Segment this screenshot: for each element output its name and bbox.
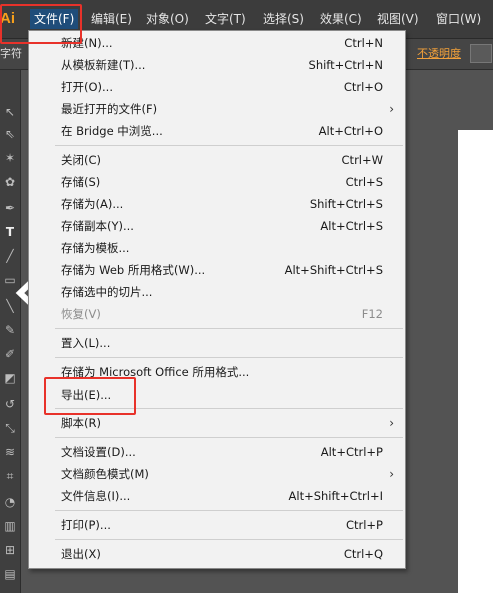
pen-tool-icon[interactable]: ✒ [2, 200, 18, 216]
menu-item-document-color-mode[interactable]: 文档颜色模式(M) › [29, 463, 405, 485]
pencil-tool-icon[interactable]: ✎ [2, 322, 18, 338]
menu-view[interactable]: 视图(V) [377, 9, 419, 29]
menu-item-save-as[interactable]: 存储为(A)... Shift+Ctrl+S [29, 193, 405, 215]
rotate-tool-icon[interactable]: ↺ [2, 396, 18, 412]
tools-panel: ↖ ⇖ ✶ ✿ ✒ T ╱ ▭ ╲ ✎ ✐ ◩ ↺ ⤡ ≋ ⌗ ◔ ▥ ⊞ ▤ [0, 70, 21, 593]
menu-item-document-setup[interactable]: 文档设置(D)... Alt+Ctrl+P [29, 441, 405, 463]
artboard[interactable] [458, 130, 493, 593]
character-label[interactable]: 字符 [0, 45, 22, 61]
opacity-input[interactable] [470, 44, 492, 63]
width-tool-icon[interactable]: ≋ [2, 444, 18, 460]
chevron-right-icon: › [389, 102, 394, 116]
menu-item-close[interactable]: 关闭(C) Ctrl+W [29, 149, 405, 171]
menu-item-save-selected-slices[interactable]: 存储选中的切片... [29, 281, 405, 303]
menu-item-scripts[interactable]: 脚本(R) › [29, 412, 405, 434]
menu-item-open-recent[interactable]: 最近打开的文件(F) › [29, 98, 405, 120]
graph-tool-icon[interactable]: ▥ [2, 518, 18, 534]
shape-builder-tool-icon[interactable]: ◔ [2, 494, 18, 510]
menu-item-new-from-template[interactable]: 从模板新建(T)... Shift+Ctrl+N [29, 54, 405, 76]
menu-item-new[interactable]: 新建(N)... Ctrl+N [29, 32, 405, 54]
eraser-tool-icon[interactable]: ◩ [2, 370, 18, 386]
gradient-tool-icon[interactable]: ▤ [2, 566, 18, 582]
chevron-right-icon: › [389, 467, 394, 481]
menu-object[interactable]: 对象(O) [146, 9, 189, 29]
blob-brush-tool-icon[interactable]: ✐ [2, 346, 18, 362]
line-tool-icon[interactable]: ╱ [2, 248, 18, 264]
direct-selection-tool-icon[interactable]: ⇖ [2, 126, 18, 142]
type-tool-icon[interactable]: T [2, 224, 18, 240]
menu-effect[interactable]: 效果(C) [320, 9, 362, 29]
lasso-tool-icon[interactable]: ✿ [2, 174, 18, 190]
magic-wand-tool-icon[interactable]: ✶ [2, 150, 18, 166]
menu-window[interactable]: 窗口(W) [436, 9, 481, 29]
selection-tool-icon[interactable]: ↖ [2, 104, 18, 120]
menu-separator [55, 328, 403, 329]
file-menu-dropdown: 新建(N)... Ctrl+N 从模板新建(T)... Shift+Ctrl+N… [28, 30, 406, 569]
menu-type[interactable]: 文字(T) [205, 9, 246, 29]
free-transform-tool-icon[interactable]: ⌗ [2, 468, 18, 484]
menu-separator [55, 539, 403, 540]
menu-edit[interactable]: 编辑(E) [91, 9, 132, 29]
highlight-export-item [44, 377, 136, 415]
opacity-label[interactable]: 不透明度 [417, 45, 461, 61]
mesh-tool-icon[interactable]: ⊞ [2, 542, 18, 558]
menu-select[interactable]: 选择(S) [263, 9, 304, 29]
menu-item-place[interactable]: 置入(L)... [29, 332, 405, 354]
menu-item-open[interactable]: 打开(O)... Ctrl+O [29, 76, 405, 98]
menu-item-browse-in-bridge[interactable]: 在 Bridge 中浏览... Alt+Ctrl+O [29, 120, 405, 142]
menu-item-save-for-web[interactable]: 存储为 Web 所用格式(W)... Alt+Shift+Ctrl+S [29, 259, 405, 281]
menu-item-save[interactable]: 存储(S) Ctrl+S [29, 171, 405, 193]
highlight-file-menu [0, 4, 82, 44]
menu-item-print[interactable]: 打印(P)... Ctrl+P [29, 514, 405, 536]
chevron-right-icon: › [389, 416, 394, 430]
menu-item-exit[interactable]: 退出(X) Ctrl+Q [29, 543, 405, 565]
scale-tool-icon[interactable]: ⤡ [2, 420, 18, 436]
menu-separator [55, 510, 403, 511]
menu-item-save-copy[interactable]: 存储副本(Y)... Alt+Ctrl+S [29, 215, 405, 237]
menu-separator [55, 145, 403, 146]
menu-separator [55, 437, 403, 438]
menu-item-file-info[interactable]: 文件信息(I)... Alt+Shift+Ctrl+I [29, 485, 405, 507]
menu-separator [55, 357, 403, 358]
menu-item-revert: 恢复(V) F12 [61, 307, 383, 321]
menu-item-save-as-template[interactable]: 存储为模板... [29, 237, 405, 259]
